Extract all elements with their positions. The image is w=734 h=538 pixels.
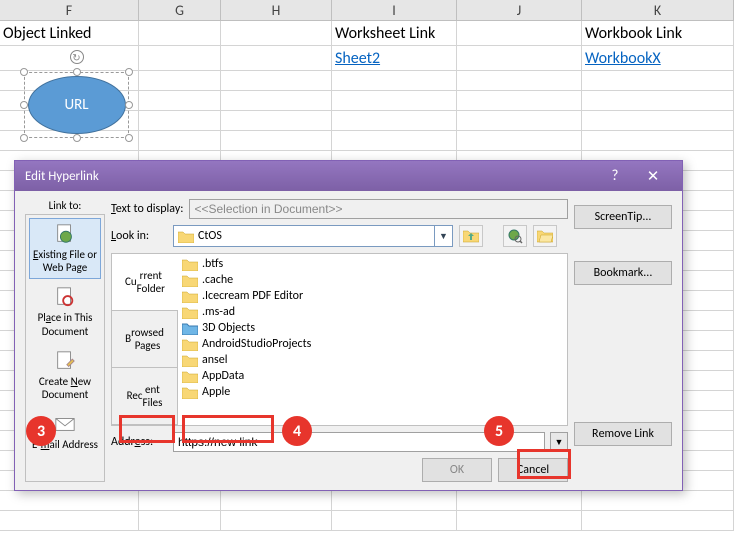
resize-handle[interactable]	[125, 134, 133, 142]
folder-icon	[182, 370, 198, 383]
resize-handle[interactable]	[73, 134, 81, 142]
list-item[interactable]: Apple	[182, 384, 563, 400]
selection-border	[24, 72, 129, 138]
list-item[interactable]: .btfs	[182, 256, 563, 272]
column-headers: F G H I J K	[0, 0, 734, 21]
folder-icon	[182, 306, 198, 319]
close-button[interactable]: ✕	[634, 161, 672, 191]
folder-icon	[178, 230, 194, 243]
dialog-titlebar[interactable]: Edit Hyperlink ? ✕	[15, 161, 682, 191]
folder-icon	[182, 290, 198, 303]
col-header-J[interactable]: J	[457, 0, 582, 20]
cell-I1[interactable]: Worksheet Link	[332, 21, 457, 45]
tab-browsed-pages[interactable]: BrowsedPages	[112, 311, 178, 368]
link-to-panel: Link to: Existing File or Web Page Place…	[25, 199, 105, 482]
remove-link-button[interactable]: Remove Link	[574, 422, 672, 446]
address-label: Address:	[111, 435, 167, 449]
cell-J1[interactable]	[457, 21, 582, 45]
cell-J2[interactable]	[457, 46, 582, 70]
bookmark-button[interactable]: Bookmark...	[574, 261, 672, 285]
cell-F1[interactable]: Object Linked	[0, 21, 139, 45]
dialog-title: Edit Hyperlink	[25, 169, 99, 184]
col-header-H[interactable]: H	[221, 0, 332, 20]
list-item[interactable]: .cache	[182, 272, 563, 288]
workbook-link[interactable]: WorkbookX	[585, 49, 661, 68]
screentip-button[interactable]: ScreenTip...	[574, 205, 672, 229]
list-item[interactable]: .ms-ad	[182, 304, 563, 320]
col-header-F[interactable]: F	[0, 0, 139, 20]
tab-current-folder[interactable]: CurrentFolder	[112, 254, 178, 311]
file-browser: CurrentFolder BrowsedPages RecentFiles .…	[111, 253, 568, 426]
cell-G2[interactable]	[139, 46, 221, 70]
edit-hyperlink-dialog: Edit Hyperlink ? ✕ Link to: Existing Fil…	[14, 160, 683, 491]
resize-handle[interactable]	[73, 68, 81, 76]
text-to-display-label: Text to display:	[111, 202, 183, 216]
resize-handle[interactable]	[20, 134, 28, 142]
look-in-value: CtOS	[198, 229, 434, 243]
folder-icon	[182, 258, 198, 271]
browse-web-button[interactable]	[503, 225, 527, 247]
cancel-button[interactable]: Cancel	[498, 458, 568, 482]
browse-file-button[interactable]	[533, 225, 557, 247]
list-item[interactable]: 3D Objects	[182, 320, 563, 336]
look-in-label: Look in:	[111, 229, 167, 243]
sheet-link[interactable]: Sheet2	[335, 49, 380, 68]
cell-K1[interactable]: Workbook Link	[582, 21, 734, 45]
link-to-create-new[interactable]: Create New Document	[29, 345, 101, 406]
link-to-existing-file[interactable]: Existing File or Web Page	[29, 218, 101, 279]
address-dropdown-button[interactable]: ▼	[550, 432, 568, 452]
col-header-I[interactable]: I	[332, 0, 457, 20]
document-target-icon	[54, 286, 76, 308]
email-icon	[54, 413, 76, 435]
list-item[interactable]: .Icecream PDF Editor	[182, 288, 563, 304]
folder-icon	[182, 274, 198, 287]
resize-handle[interactable]	[20, 68, 28, 76]
new-document-icon	[54, 350, 76, 372]
url-shape[interactable]: ↻ URL	[20, 68, 133, 142]
open-folder-icon	[537, 229, 553, 243]
link-to-email[interactable]: E-mail Address	[29, 408, 101, 456]
link-to-label: Link to:	[49, 199, 82, 212]
folder-icon	[182, 386, 198, 399]
look-in-combo[interactable]: CtOS ▼	[173, 225, 453, 247]
cell-H1[interactable]	[221, 21, 332, 45]
rotation-handle[interactable]: ↻	[70, 50, 84, 64]
three-d-folder-icon	[182, 322, 198, 335]
col-header-G[interactable]: G	[139, 0, 221, 20]
row-1: Object Linked Worksheet Link Workbook Li…	[0, 21, 734, 46]
resize-handle[interactable]	[20, 101, 28, 109]
resize-handle[interactable]	[125, 68, 133, 76]
link-to-place-in-doc[interactable]: Place in This Document	[29, 281, 101, 342]
resize-handle[interactable]	[125, 101, 133, 109]
file-list[interactable]: .btfs .cache .Icecream PDF Editor .ms-ad…	[178, 254, 567, 425]
dialog-main: Text to display: Look in: CtOS ▼	[111, 199, 568, 482]
tab-recent-files[interactable]: RecentFiles	[112, 368, 178, 425]
address-input[interactable]	[173, 432, 545, 452]
folder-icon	[182, 338, 198, 351]
cell-G1[interactable]	[139, 21, 221, 45]
list-item[interactable]: AppData	[182, 368, 563, 384]
col-header-K[interactable]: K	[582, 0, 734, 20]
list-item[interactable]: AndroidStudioProjects	[182, 336, 563, 352]
help-button[interactable]: ?	[596, 161, 634, 191]
cell-I2[interactable]: Sheet2	[332, 46, 457, 70]
globe-search-icon	[507, 228, 523, 244]
up-folder-icon	[463, 229, 479, 243]
text-to-display-input	[189, 199, 568, 219]
globe-file-icon	[54, 223, 76, 245]
list-item[interactable]: ansel	[182, 352, 563, 368]
dialog-right-buttons: ScreenTip... Bookmark... Remove Link	[574, 199, 672, 482]
ok-button[interactable]: OK	[422, 458, 492, 482]
cell-H2[interactable]	[221, 46, 332, 70]
combo-dropdown-button[interactable]: ▼	[434, 226, 452, 246]
up-folder-button[interactable]	[459, 225, 483, 247]
folder-icon	[182, 354, 198, 367]
cell-K2[interactable]: WorkbookX	[582, 46, 734, 70]
